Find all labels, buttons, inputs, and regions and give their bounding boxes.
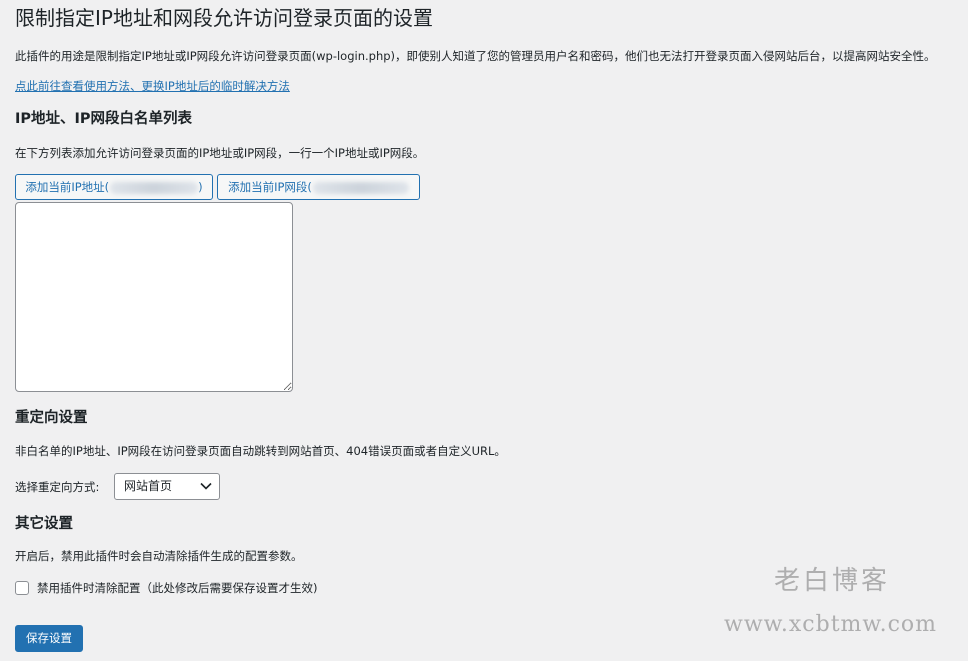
page-title: 限制指定IP地址和网段允许访问登录页面的设置 [15,6,433,30]
chevron-down-icon [200,482,212,490]
watermark-url: www.xcbtmw.com [724,612,938,637]
add-current-range-label: 添加当前IP网段( [228,180,312,194]
help-link[interactable]: 点此前往查看使用方法、更换IP地址后的临时解决方法 [15,77,290,95]
whitelist-heading: IP地址、IP网段白名单列表 [15,111,193,127]
plugin-description: 此插件的用途是限制指定IP地址或IP网段允许访问登录页面(wp-login.ph… [15,49,936,63]
redirect-select-label: 选择重定向方式: [15,480,100,494]
redirect-heading: 重定向设置 [15,410,88,426]
redacted-ip [110,181,199,194]
add-current-ip-label: 添加当前IP地址( [25,180,110,194]
watermark-name: 老白博客 [774,566,891,596]
other-settings-heading: 其它设置 [15,516,73,532]
other-settings-description: 开启后，禁用此插件时会自动清除插件生成的配置参数。 [15,549,303,563]
redacted-ip-range [312,181,409,194]
clear-config-checkbox[interactable] [15,581,29,595]
redirect-method-select[interactable]: 网站首页 [114,473,220,500]
redirect-description: 非白名单的IP地址、IP网段在访问登录页面自动跳转到网站首页、404错误页面或者… [15,444,506,458]
add-current-ip-button[interactable]: 添加当前IP地址() [15,174,213,200]
ip-whitelist-textarea[interactable] [15,202,293,392]
add-current-range-button[interactable]: 添加当前IP网段( [217,174,420,200]
clear-config-checkbox-label[interactable]: 禁用插件时清除配置（此处修改后需要保存设置才生效) [37,579,317,597]
save-settings-button[interactable]: 保存设置 [15,625,83,652]
whitelist-description: 在下方列表添加允许访问登录页面的IP地址或IP网段，一行一个IP地址或IP网段。 [15,146,425,160]
redirect-selected-option: 网站首页 [124,479,173,493]
add-current-ip-label-end: ) [198,180,203,194]
